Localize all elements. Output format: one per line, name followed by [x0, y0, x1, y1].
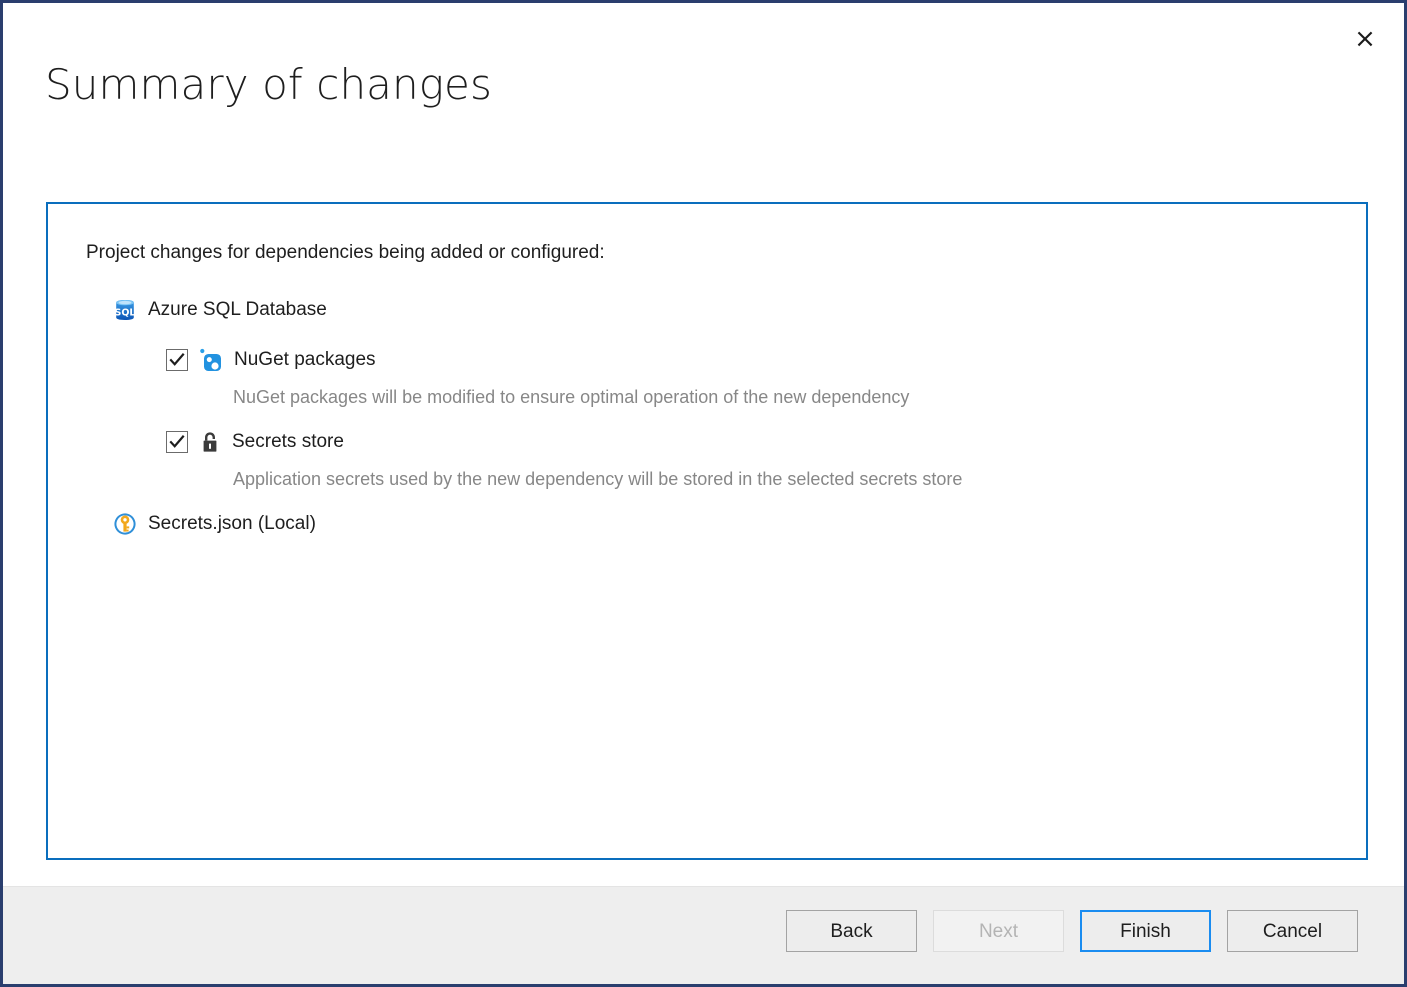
lock-icon [199, 430, 221, 454]
back-button[interactable]: Back [786, 910, 917, 952]
tree-leaf-row-secrets-json[interactable]: Secrets.json (Local) [113, 508, 1356, 540]
tree-child-row-nuget[interactable]: NuGet packages [166, 344, 1356, 376]
secrets-store-checkbox[interactable] [166, 431, 188, 453]
azure-sql-database-icon: SQL [113, 298, 137, 322]
changes-tree: SQL Azure SQL Database NuGet packages [86, 294, 1356, 540]
panel-intro-text: Project changes for dependencies being a… [86, 242, 605, 264]
tree-child-label: NuGet packages [234, 349, 376, 371]
tree-leaf-label: Secrets.json (Local) [148, 513, 316, 535]
tree-child-description: NuGet packages will be modified to ensur… [233, 387, 1356, 408]
nuget-packages-checkbox[interactable] [166, 349, 188, 371]
key-icon [113, 512, 137, 536]
page-title: Summary of changes [45, 60, 492, 109]
finish-button[interactable]: Finish [1080, 910, 1211, 952]
close-icon: × [1354, 26, 1376, 52]
footer-button-row: Back Next Finish Cancel [786, 910, 1358, 952]
tree-child-label: Secrets store [232, 431, 344, 453]
close-button[interactable]: × [1344, 19, 1386, 59]
summary-of-changes-dialog: × Summary of changes Project changes for… [0, 0, 1407, 987]
tree-group-label: Azure SQL Database [148, 299, 327, 321]
checkmark-icon [169, 434, 185, 450]
tree-child-row-secrets-store[interactable]: Secrets store [166, 426, 1356, 458]
changes-panel: Project changes for dependencies being a… [46, 202, 1368, 860]
nuget-package-icon [199, 348, 223, 372]
tree-group-row: SQL Azure SQL Database [113, 294, 1356, 326]
checkmark-icon [169, 352, 185, 368]
next-button: Next [933, 910, 1064, 952]
tree-child-description: Application secrets used by the new depe… [233, 469, 1356, 490]
cancel-button[interactable]: Cancel [1227, 910, 1358, 952]
svg-text:SQL: SQL [115, 308, 136, 319]
dialog-footer: Back Next Finish Cancel [3, 886, 1404, 984]
